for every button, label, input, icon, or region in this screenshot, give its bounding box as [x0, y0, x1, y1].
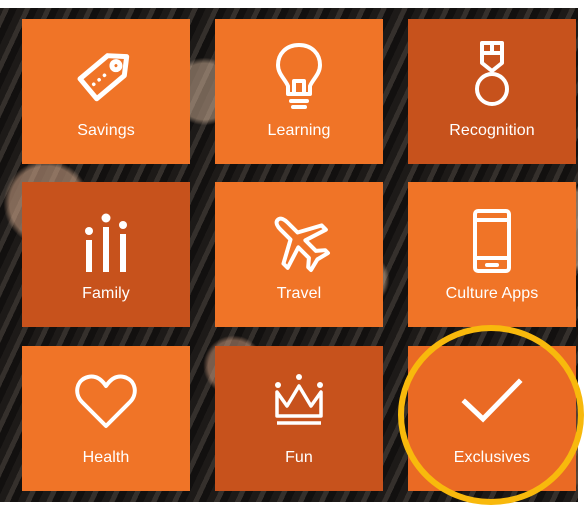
lightbulb-icon [215, 39, 383, 111]
tile-label-exclusives: Exclusives [453, 449, 531, 466]
tile-travel[interactable]: Travel [215, 182, 383, 327]
tile-savings[interactable]: Savings [22, 19, 190, 164]
medal-icon [408, 39, 576, 111]
tile-health[interactable]: Health [22, 346, 190, 491]
tile-label-family: Family [82, 285, 130, 302]
tile-label-savings: Savings [77, 122, 135, 139]
tile-culture-apps[interactable]: Culture Apps [408, 182, 576, 327]
crown-icon [215, 372, 383, 430]
tile-label-recognition: Recognition [449, 122, 535, 139]
smartphone-icon [408, 208, 576, 274]
right-border [578, 0, 584, 508]
tile-label-travel: Travel [276, 285, 322, 302]
tile-fun[interactable]: Fun [215, 346, 383, 491]
bottom-border [0, 502, 584, 508]
tag-icon [22, 39, 190, 109]
tile-label-learning: Learning [267, 122, 331, 139]
tile-learning[interactable]: Learning [215, 19, 383, 164]
tile-label-culture-apps: Culture Apps [445, 285, 539, 302]
airplane-icon [215, 208, 383, 274]
top-border [0, 0, 584, 8]
heart-icon [22, 372, 190, 430]
tile-label-fun: Fun [285, 449, 313, 466]
family-icon [22, 212, 190, 274]
tile-recognition[interactable]: Recognition [408, 19, 576, 164]
tile-label-health: Health [82, 449, 130, 466]
tile-exclusives[interactable]: Exclusives [408, 346, 576, 491]
checkmark-icon [408, 376, 576, 426]
tile-family[interactable]: Family [22, 182, 190, 327]
